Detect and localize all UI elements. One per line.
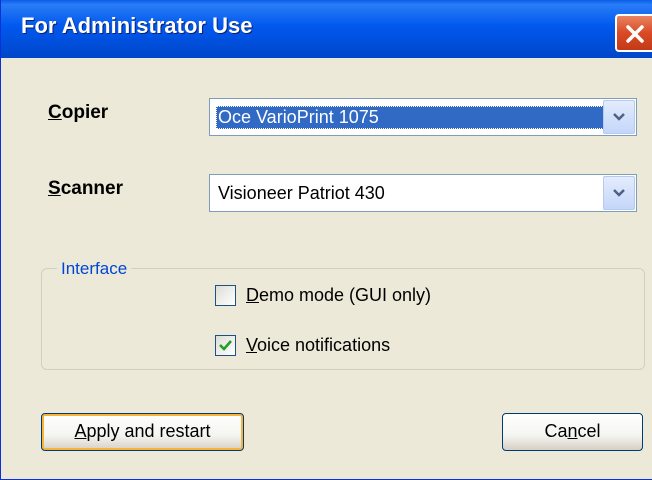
scanner-selected-value: Visioneer Patriot 430 [218,183,385,203]
close-button[interactable] [615,14,652,52]
chevron-down-icon [613,189,625,197]
close-icon [626,25,644,43]
demo-mode-checkbox[interactable] [215,285,236,306]
copier-select[interactable]: Oce VarioPrint 1075 [209,98,637,136]
voice-notifications-checkbox[interactable] [215,335,236,356]
title-bar[interactable]: For Administrator Use [1,0,652,58]
scanner-dropdown-button[interactable] [603,176,635,210]
scanner-label: Scanner [48,178,123,199]
admin-dialog: For Administrator Use Copier Oce VarioPr… [0,0,652,480]
window-title: For Administrator Use [21,13,253,38]
scanner-select[interactable]: Visioneer Patriot 430 [209,174,637,212]
apply-and-restart-button[interactable]: Apply and restart [41,413,244,451]
chevron-down-icon [613,113,625,121]
interface-group-caption: Interface [57,259,132,279]
copier-label: Copier [48,102,109,123]
demo-mode-label[interactable]: Demo mode (GUI only) [246,285,431,306]
checkmark-icon [219,340,232,351]
copier-dropdown-button[interactable] [603,100,635,134]
copier-selected-value: Oce VarioPrint 1075 [216,106,606,129]
cancel-button[interactable]: Cancel [502,413,643,451]
voice-notifications-label[interactable]: Voice notifications [246,335,390,356]
